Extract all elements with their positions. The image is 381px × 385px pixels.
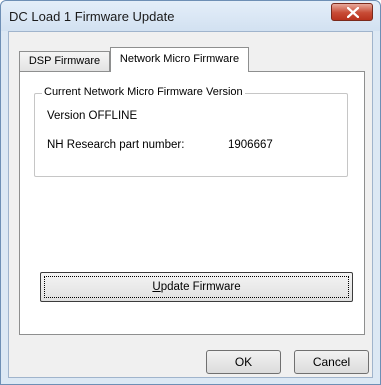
tab-network-micro-firmware[interactable]: Network Micro Firmware <box>110 47 249 72</box>
groupbox-legend: Current Network Micro Firmware Version <box>42 86 245 98</box>
close-x-icon <box>347 7 359 18</box>
ok-button[interactable]: OK <box>206 350 281 374</box>
part-number-value: 1906667 <box>228 139 273 151</box>
cancel-button[interactable]: Cancel <box>294 350 369 374</box>
tab-dsp-firmware[interactable]: DSP Firmware <box>19 51 110 71</box>
part-number-label: NH Research part number: <box>47 139 185 151</box>
tab-dsp-firmware-label: DSP Firmware <box>28 55 101 67</box>
version-text: Version OFFLINE <box>47 110 138 122</box>
tab-network-micro-firmware-label: Network Micro Firmware <box>119 53 240 65</box>
update-firmware-button[interactable]: Update Firmware <box>40 272 353 302</box>
focus-rectangle <box>44 276 349 298</box>
close-button[interactable] <box>331 3 373 21</box>
window-title: DC Load 1 Firmware Update <box>9 9 175 24</box>
firmware-version-groupbox <box>34 93 348 177</box>
title-bar[interactable]: DC Load 1 Firmware Update <box>1 1 380 31</box>
